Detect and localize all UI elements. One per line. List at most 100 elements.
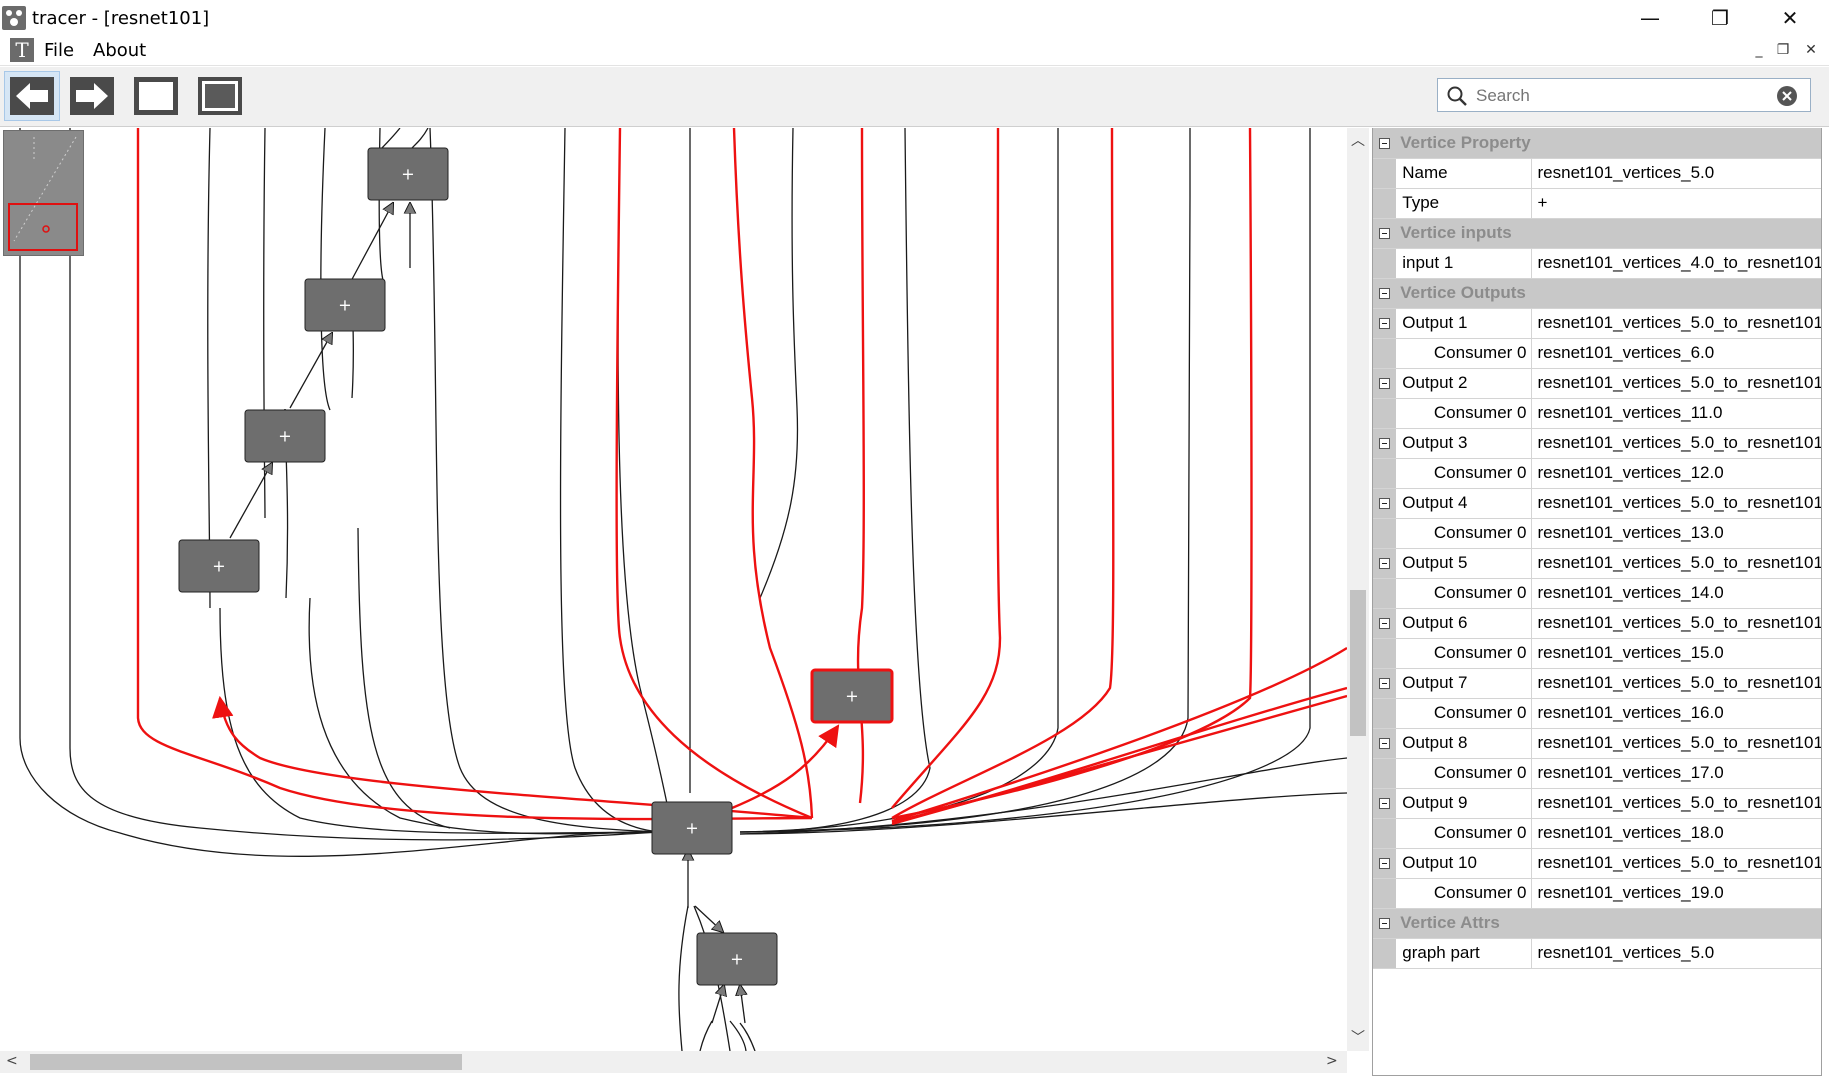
collapse-icon[interactable] — [1379, 438, 1391, 450]
property-row[interactable]: Output 7 resnet101_vertices_5.0_to_resnet… — [1373, 668, 1821, 699]
consumer-row[interactable]: Consumer 0 resnet101_vertices_18.0 — [1373, 818, 1821, 849]
property-row[interactable]: graph part resnet101_vertices_5.0 — [1373, 938, 1821, 969]
graph-node-selected[interactable]: + — [810, 668, 894, 724]
consumer-value[interactable]: resnet101_vertices_16.0 — [1531, 698, 1821, 729]
graph-node[interactable]: + — [244, 409, 326, 463]
consumer-row[interactable]: Consumer 0 resnet101_vertices_13.0 — [1373, 518, 1821, 549]
collapse-icon[interactable] — [1379, 678, 1391, 690]
graph-node[interactable]: + — [696, 932, 778, 986]
graph-node[interactable]: + — [367, 147, 449, 201]
mdi-minimize-button[interactable]: _ — [1748, 40, 1770, 60]
scroll-down-icon[interactable]: ﹀ — [1347, 1027, 1369, 1047]
collapse-icon[interactable] — [1379, 858, 1391, 870]
consumer-row[interactable]: Consumer 0 resnet101_vertices_16.0 — [1373, 698, 1821, 729]
consumer-row[interactable]: Consumer 0 resnet101_vertices_17.0 — [1373, 758, 1821, 789]
property-row[interactable]: Output 9 resnet101_vertices_5.0_to_resnet… — [1373, 788, 1821, 819]
horizontal-scrollbar[interactable]: < > — [0, 1051, 1347, 1073]
consumer-row[interactable]: Consumer 0 resnet101_vertices_15.0 — [1373, 638, 1821, 669]
consumer-value[interactable]: resnet101_vertices_11.0 — [1531, 398, 1821, 429]
collapse-icon[interactable] — [1379, 228, 1391, 240]
property-section[interactable]: Vertice Attrs — [1373, 908, 1821, 939]
scroll-right-icon[interactable]: > — [1326, 1053, 1338, 1069]
graph-node[interactable]: + — [304, 278, 386, 332]
property-value[interactable]: resnet101_vertices_5.0_to_resnet101 — [1531, 488, 1821, 519]
graph-svg[interactable]: + + + + + + + — [0, 128, 1347, 1051]
property-section[interactable]: Vertice Outputs — [1373, 278, 1821, 309]
collapse-icon[interactable] — [1379, 137, 1391, 149]
vertical-scroll-thumb[interactable] — [1350, 590, 1366, 736]
property-row[interactable]: Output 6 resnet101_vertices_5.0_to_resnet… — [1373, 608, 1821, 639]
property-value[interactable]: resnet101_vertices_5.0_to_resnet101 — [1531, 788, 1821, 819]
consumer-value[interactable]: resnet101_vertices_13.0 — [1531, 518, 1821, 549]
consumer-row[interactable]: Consumer 0 resnet101_vertices_14.0 — [1373, 578, 1821, 609]
minimize-button[interactable]: — — [1615, 0, 1685, 36]
property-value[interactable]: resnet101_vertices_5.0_to_resnet101 — [1531, 608, 1821, 639]
window-outline-button[interactable] — [128, 71, 184, 121]
maximize-button[interactable]: ❐ — [1685, 0, 1755, 36]
collapse-icon[interactable] — [1379, 498, 1391, 510]
property-row[interactable]: Output 3 resnet101_vertices_5.0_to_resnet… — [1373, 428, 1821, 459]
horizontal-scroll-thumb[interactable] — [30, 1054, 462, 1070]
graph-node[interactable]: + — [178, 539, 260, 593]
property-row[interactable]: Output 5 resnet101_vertices_5.0_to_resnet… — [1373, 548, 1821, 579]
property-row[interactable]: Output 4 resnet101_vertices_5.0_to_resnet… — [1373, 488, 1821, 519]
collapse-icon[interactable] — [1379, 288, 1391, 300]
property-value[interactable]: resnet101_vertices_5.0_to_resnet101 — [1531, 848, 1821, 879]
mdi-close-button[interactable]: ✕ — [1800, 40, 1822, 60]
scroll-up-icon[interactable]: ︿ — [1347, 130, 1369, 150]
mdi-restore-button[interactable]: ❐ — [1772, 40, 1794, 60]
property-row[interactable]: input 1 resnet101_vertices_4.0_to_resnet1… — [1373, 248, 1821, 279]
consumer-row[interactable]: Consumer 0 resnet101_vertices_19.0 — [1373, 878, 1821, 909]
consumer-value[interactable]: resnet101_vertices_6.0 — [1531, 338, 1821, 369]
property-value[interactable]: + — [1531, 188, 1821, 219]
window-filled-button[interactable] — [192, 71, 248, 121]
property-row[interactable]: Output 8 resnet101_vertices_5.0_to_resnet… — [1373, 728, 1821, 759]
forward-button[interactable] — [64, 71, 120, 121]
back-button[interactable] — [4, 71, 60, 121]
consumer-row[interactable]: Consumer 0 resnet101_vertices_6.0 — [1373, 338, 1821, 369]
consumer-value[interactable]: resnet101_vertices_18.0 — [1531, 818, 1821, 849]
property-value[interactable]: resnet101_vertices_5.0 — [1531, 938, 1821, 969]
collapse-icon[interactable] — [1379, 798, 1391, 810]
menu-file[interactable]: File — [44, 40, 74, 61]
consumer-value[interactable]: resnet101_vertices_15.0 — [1531, 638, 1821, 669]
collapse-icon[interactable] — [1379, 558, 1391, 570]
graph-nodes[interactable]: + + + + + + + — [178, 147, 894, 986]
collapse-icon[interactable] — [1379, 918, 1391, 930]
minimap[interactable] — [3, 130, 84, 256]
consumer-value[interactable]: resnet101_vertices_19.0 — [1531, 878, 1821, 909]
property-value[interactable]: resnet101_vertices_5.0 — [1531, 158, 1821, 189]
consumer-value[interactable]: resnet101_vertices_17.0 — [1531, 758, 1821, 789]
vertical-scrollbar[interactable]: ︿ ﹀ — [1347, 128, 1369, 1051]
collapse-icon[interactable] — [1379, 378, 1391, 390]
property-value[interactable]: resnet101_vertices_5.0_to_resnet101 — [1531, 668, 1821, 699]
property-value[interactable]: resnet101_vertices_5.0_to_resnet101 — [1531, 368, 1821, 399]
property-value[interactable]: resnet101_vertices_5.0_to_resnet101 — [1531, 728, 1821, 759]
property-section[interactable]: Vertice inputs — [1373, 218, 1821, 249]
property-value[interactable]: resnet101_vertices_5.0_to_resnet101 — [1531, 428, 1821, 459]
property-section[interactable]: Vertice Property — [1373, 128, 1821, 159]
property-row[interactable]: Name resnet101_vertices_5.0 — [1373, 158, 1821, 189]
property-row[interactable]: Output 1 resnet101_vertices_5.0_to_resnet… — [1373, 308, 1821, 339]
collapse-icon[interactable] — [1379, 618, 1391, 630]
close-button[interactable]: ✕ — [1755, 0, 1825, 36]
collapse-icon[interactable] — [1379, 738, 1391, 750]
property-row[interactable]: Output 2 resnet101_vertices_5.0_to_resnet… — [1373, 368, 1821, 399]
consumer-value[interactable]: resnet101_vertices_12.0 — [1531, 458, 1821, 489]
graph-node[interactable]: + — [651, 801, 733, 855]
consumer-row[interactable]: Consumer 0 resnet101_vertices_12.0 — [1373, 458, 1821, 489]
property-value[interactable]: resnet101_vertices_5.0_to_resnet101 — [1531, 308, 1821, 339]
property-row[interactable]: Output 10 resnet101_vertices_5.0_to_resne… — [1373, 848, 1821, 879]
property-row[interactable]: Type + — [1373, 188, 1821, 219]
property-value[interactable]: resnet101_vertices_4.0_to_resnet101 — [1531, 248, 1821, 279]
consumer-value[interactable]: resnet101_vertices_14.0 — [1531, 578, 1821, 609]
menu-about[interactable]: About — [93, 40, 146, 61]
property-value[interactable]: resnet101_vertices_5.0_to_resnet101 — [1531, 548, 1821, 579]
clear-search-icon[interactable] — [1776, 85, 1798, 107]
graph-canvas[interactable]: + + + + + + + — [0, 128, 1347, 1051]
search-input[interactable] — [1476, 84, 1756, 108]
scroll-left-icon[interactable]: < — [6, 1053, 18, 1069]
minimap-viewport[interactable] — [8, 203, 78, 251]
collapse-icon[interactable] — [1379, 318, 1391, 330]
consumer-row[interactable]: Consumer 0 resnet101_vertices_11.0 — [1373, 398, 1821, 429]
